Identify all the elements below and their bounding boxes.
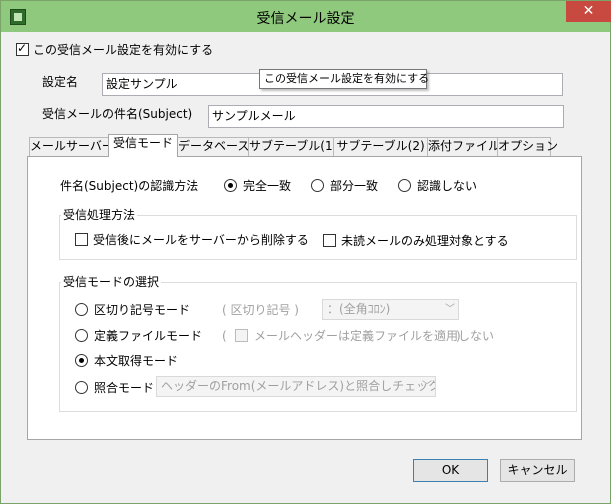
radio-definition-mode[interactable] (75, 329, 88, 342)
match-combo-value: ヘッダーのFrom(メールアドレス)と照合しチェック (161, 379, 436, 393)
delimiter-mode-label: 区切り記号モード (94, 303, 191, 317)
body-mode-label: 本文取得モード (94, 354, 179, 368)
radio-no-recognition[interactable] (398, 179, 411, 192)
definition-hint-close: ) (456, 329, 461, 343)
definition-mode-label: 定義ファイルモード (94, 329, 203, 343)
processing-legend: 受信処理方法 (61, 208, 138, 222)
tab-subtable-2[interactable]: サブテーブル(2) (333, 137, 428, 156)
delimiter-hint: ( 区切り記号 ) (222, 303, 299, 317)
delete-after-label: 受信後にメールをサーバーから削除する (93, 233, 309, 247)
delete-after-checkbox[interactable] (75, 233, 88, 246)
exact-match-label: 完全一致 (243, 179, 292, 193)
tab-database[interactable]: データベース (177, 137, 249, 156)
delimiter-combo[interactable]: ：(全角ｺﾛﾝ) ﹀ (322, 299, 459, 320)
window-title: 受信メール設定 (256, 11, 355, 27)
enable-checkbox[interactable] (16, 41, 29, 56)
title-bar[interactable]: 受信メール設定 ✕ (1, 1, 611, 32)
tab-panel-receive-mode: 件名(Subject)の認識方法 完全一致 部分一致 認識しない 受信処理方法 … (27, 156, 582, 440)
definition-header-checkbox[interactable] (235, 329, 248, 342)
tab-subtable-1[interactable]: サブテーブル(1) (248, 137, 337, 156)
ok-button[interactable]: OK (413, 459, 488, 482)
setting-name-label: 設定名 (42, 75, 79, 89)
chevron-down-icon: ﹀ (445, 304, 455, 315)
radio-body-mode[interactable] (75, 354, 88, 367)
subject-label: 受信メールの件名(Subject) (42, 107, 193, 121)
close-button[interactable]: ✕ (566, 1, 611, 22)
tooltip: この受信メール設定を有効にする (259, 69, 429, 89)
delimiter-combo-value: ：(全角ｺﾛﾝ) (327, 302, 391, 316)
chevron-down-icon: ﹀ (422, 381, 432, 392)
partial-match-label: 部分一致 (330, 179, 379, 193)
subject-input[interactable]: サンプルメール (208, 105, 564, 128)
enable-label: この受信メール設定を有効にする (33, 43, 214, 57)
radio-delimiter-mode[interactable] (75, 303, 88, 316)
dialog-window: 受信メール設定 ✕ この受信メール設定を有効にする 設定名 設定サンプル この受… (0, 0, 611, 504)
recognition-label: 件名(Subject)の認識方法 (60, 179, 199, 193)
no-recognition-label: 認識しない (417, 179, 478, 193)
close-icon: ✕ (582, 3, 595, 19)
unread-only-label: 未読メールのみ処理対象とする (341, 234, 509, 248)
unread-only-checkbox[interactable] (323, 234, 336, 247)
tab-options[interactable]: オプション (497, 137, 558, 156)
definition-hint-open: ( (222, 329, 227, 343)
match-combo[interactable]: ヘッダーのFrom(メールアドレス)と照合しチェック ﹀ (156, 376, 436, 397)
tab-receive-mode[interactable]: 受信モード (108, 134, 178, 157)
radio-match-mode[interactable] (75, 381, 88, 394)
match-mode-label: 照合モード (94, 381, 155, 395)
tab-mail-server[interactable]: メールサーバー (29, 137, 114, 156)
radio-exact-match[interactable] (224, 179, 237, 192)
radio-partial-match[interactable] (311, 179, 324, 192)
cancel-button[interactable]: キャンセル (500, 459, 575, 482)
mode-legend: 受信モードの選択 (61, 275, 162, 289)
tab-attachments[interactable]: 添付ファイル (427, 137, 500, 156)
